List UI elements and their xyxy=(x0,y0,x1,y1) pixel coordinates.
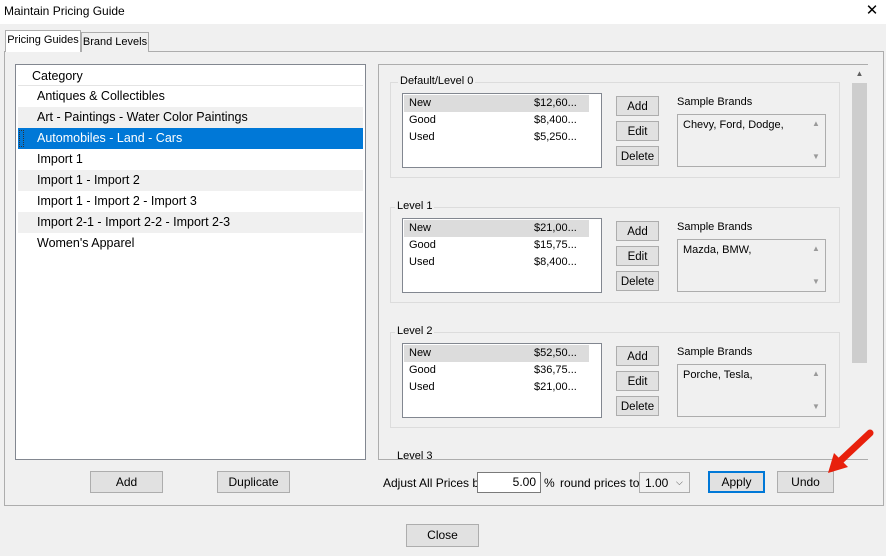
level-2-brands-box[interactable]: Porche, Tesla, xyxy=(677,364,826,417)
level-0-brands-box[interactable]: Chevy, Ford, Dodge, xyxy=(677,114,826,167)
level-1-edit-button[interactable]: Edit xyxy=(616,246,659,266)
sample-brands-label: Sample Brands xyxy=(677,96,753,108)
price-condition: Good xyxy=(409,114,436,126)
level-3-title: Level 3 xyxy=(397,450,433,459)
category-item[interactable]: Art - Paintings - Water Color Paintings xyxy=(18,107,363,128)
price-value: $21,00... xyxy=(534,381,577,393)
category-item[interactable]: Import 1 xyxy=(18,149,363,170)
price-condition: Good xyxy=(409,239,436,251)
level-1-delete-button[interactable]: Delete xyxy=(616,271,659,291)
level-0-edit-button[interactable]: Edit xyxy=(616,121,659,141)
round-label: round prices to xyxy=(560,476,640,490)
scroll-down-icon[interactable]: ▼ xyxy=(812,152,820,161)
tab-pricing-guides[interactable]: Pricing Guides xyxy=(5,30,81,52)
scroll-up-icon[interactable]: ▲ xyxy=(852,66,867,82)
add-category-button[interactable]: Add xyxy=(90,471,163,493)
price-condition: New xyxy=(409,97,432,109)
duplicate-button[interactable]: Duplicate xyxy=(217,471,290,493)
category-column-header[interactable]: Category xyxy=(18,66,363,86)
price-value: $36,75... xyxy=(534,364,577,376)
focus-indicator xyxy=(19,130,24,147)
price-condition: Used xyxy=(409,256,435,268)
level-3-clip: Level 3 xyxy=(380,450,850,459)
scrollbar-thumb[interactable] xyxy=(852,83,867,363)
window-title: Maintain Pricing Guide xyxy=(4,4,125,18)
price-value: $12,60... xyxy=(534,97,577,109)
level-2-title: Level 2 xyxy=(395,325,435,337)
adjust-label: Adjust All Prices by xyxy=(383,476,486,490)
price-value: $21,00... xyxy=(534,222,577,234)
category-item[interactable]: Import 1 - Import 2 xyxy=(18,170,363,191)
level-2-delete-button[interactable]: Delete xyxy=(616,396,659,416)
price-value: $5,250... xyxy=(534,131,577,143)
window-close-button[interactable]: ✕ xyxy=(858,0,886,24)
sample-brands-label: Sample Brands xyxy=(677,221,753,233)
price-value: $8,400... xyxy=(534,256,577,268)
level-0-add-button[interactable]: Add xyxy=(616,96,659,116)
scroll-down-icon[interactable]: ▼ xyxy=(812,402,820,411)
scroll-up-icon[interactable]: ▲ xyxy=(812,244,820,253)
price-value: $15,75... xyxy=(534,239,577,251)
category-item[interactable]: Antiques & Collectibles xyxy=(18,86,363,107)
round-value: 1.00 xyxy=(645,476,669,490)
price-value: $8,400... xyxy=(534,114,577,126)
scroll-up-icon[interactable]: ▲ xyxy=(812,369,820,378)
level-1-title: Level 1 xyxy=(395,200,435,212)
level-1-brands-box[interactable]: Mazda, BMW, xyxy=(677,239,826,292)
title-bar xyxy=(0,0,886,24)
price-condition: New xyxy=(409,222,432,234)
price-condition: Used xyxy=(409,131,435,143)
level-0-delete-button[interactable]: Delete xyxy=(616,146,659,166)
tab-brand-levels[interactable]: Brand Levels xyxy=(81,32,149,52)
percent-sign: % xyxy=(544,476,555,490)
category-item[interactable]: Import 2-1 - Import 2-2 - Import 2-3 xyxy=(18,212,363,233)
scroll-up-icon[interactable]: ▲ xyxy=(812,119,820,128)
price-condition: Used xyxy=(409,381,435,393)
apply-button[interactable]: Apply xyxy=(708,471,765,493)
scroll-down-icon[interactable]: ▼ xyxy=(812,277,820,286)
annotation-arrow-icon xyxy=(828,429,874,473)
category-item-selected[interactable]: Automobiles - Land - Cars xyxy=(18,128,363,149)
level-1-add-button[interactable]: Add xyxy=(616,221,659,241)
category-item[interactable]: Women's Apparel xyxy=(18,233,363,254)
price-condition: Good xyxy=(409,364,436,376)
category-item[interactable]: Import 1 - Import 2 - Import 3 xyxy=(18,191,363,212)
level-2-edit-button[interactable]: Edit xyxy=(616,371,659,391)
price-value: $52,50... xyxy=(534,347,577,359)
price-condition: New xyxy=(409,347,432,359)
chevron-down-icon[interactable]: ⌵ xyxy=(676,477,683,488)
adjust-percent-input[interactable]: 5.00 xyxy=(477,472,541,493)
close-button[interactable]: Close xyxy=(406,524,479,547)
level-2-add-button[interactable]: Add xyxy=(616,346,659,366)
level-0-title: Default/Level 0 xyxy=(398,75,476,87)
sample-brands-label: Sample Brands xyxy=(677,346,753,358)
